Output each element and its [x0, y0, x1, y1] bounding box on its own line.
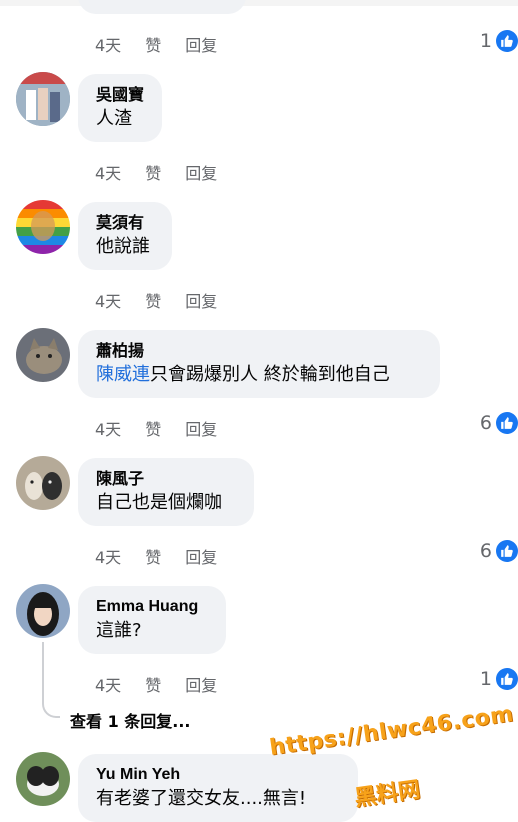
comment-text: 他說誰: [96, 236, 150, 257]
author-name[interactable]: 蕭柏揚: [96, 340, 422, 362]
author-name[interactable]: 吳國寶: [96, 84, 144, 106]
timestamp[interactable]: 4天: [95, 288, 121, 312]
view-replies-link[interactable]: 查看 1 条回复...: [70, 708, 191, 732]
comment-bubble-cutoff: [78, 0, 246, 14]
reaction-number: 6: [479, 412, 492, 434]
like-button[interactable]: 赞: [145, 288, 161, 312]
comment-bubble: 莫須有 他說誰: [78, 202, 172, 270]
reaction-count[interactable]: 1: [480, 668, 518, 690]
comment-text: 自己也是個爛咖: [96, 492, 222, 513]
reply-button[interactable]: 回复: [185, 288, 217, 312]
watermark: https://hlwc46.com 黑料网: [268, 702, 518, 812]
like-button[interactable]: 赞: [145, 416, 161, 440]
comment-actions: 4天 赞 回复: [95, 160, 217, 184]
comment-actions: 4天 赞 回复: [95, 544, 217, 568]
avatar[interactable]: [16, 72, 70, 126]
author-name[interactable]: 莫須有: [96, 212, 154, 234]
timestamp[interactable]: 4天: [95, 416, 121, 440]
reaction-number: 6: [479, 540, 492, 562]
timestamp[interactable]: 4天: [95, 544, 121, 568]
like-button[interactable]: 赞: [145, 32, 161, 56]
comment-text: 這誰?: [96, 620, 142, 641]
comment-bubble: Emma Huang 這誰?: [78, 586, 226, 654]
author-name[interactable]: Emma Huang: [96, 596, 208, 618]
reply-button[interactable]: 回复: [185, 544, 217, 568]
watermark-url: https://hlwc46.com: [268, 701, 516, 761]
timestamp[interactable]: 4天: [95, 160, 121, 184]
reply-thread-curve: [42, 700, 60, 718]
timestamp[interactable]: 4天: [95, 32, 121, 56]
reply-button[interactable]: 回复: [185, 160, 217, 184]
comment-actions: 4天 赞 回复: [95, 672, 217, 696]
comment-actions: 4天 赞 回复: [95, 32, 217, 56]
thumbs-up-icon: [496, 668, 518, 690]
avatar[interactable]: [16, 752, 70, 806]
watermark-name: 黑料网: [352, 777, 422, 812]
comment-actions: 4天 赞 回复: [95, 288, 217, 312]
avatar[interactable]: [16, 200, 70, 254]
reply-button[interactable]: 回复: [185, 672, 217, 696]
reaction-number: 1: [479, 30, 492, 52]
comment-bubble: 陳風子 自己也是個爛咖: [78, 458, 254, 526]
reply-button[interactable]: 回复: [185, 32, 217, 56]
author-name[interactable]: 陳風子: [96, 468, 236, 490]
comment-bubble: 吳國寶 人渣: [78, 74, 162, 142]
reaction-count[interactable]: 1: [480, 30, 518, 52]
avatar[interactable]: [16, 456, 70, 510]
thumbs-up-icon: [496, 540, 518, 562]
avatar[interactable]: [16, 328, 70, 382]
mention-link[interactable]: 陳威連: [96, 364, 150, 385]
like-button[interactable]: 赞: [145, 160, 161, 184]
timestamp[interactable]: 4天: [95, 672, 121, 696]
comment-actions: 4天 赞 回复: [95, 416, 217, 440]
reaction-count[interactable]: 6: [480, 412, 518, 434]
comment-body: 只會踢爆別人 終於輪到他自己: [150, 364, 390, 385]
comment-bubble: 蕭柏揚 陳威連只會踢爆別人 終於輪到他自己: [78, 330, 440, 398]
reaction-number: 1: [479, 668, 492, 690]
thumbs-up-icon: [496, 412, 518, 434]
reply-thread-line: [42, 642, 44, 700]
thumbs-up-icon: [496, 30, 518, 52]
like-button[interactable]: 赞: [145, 672, 161, 696]
like-button[interactable]: 赞: [145, 544, 161, 568]
reaction-count[interactable]: 6: [480, 540, 518, 562]
comment-text: 陳威連只會踢爆別人 終於輪到他自己: [96, 362, 422, 388]
reply-button[interactable]: 回复: [185, 416, 217, 440]
avatar[interactable]: [16, 584, 70, 638]
comment-text: 人渣: [96, 108, 132, 129]
